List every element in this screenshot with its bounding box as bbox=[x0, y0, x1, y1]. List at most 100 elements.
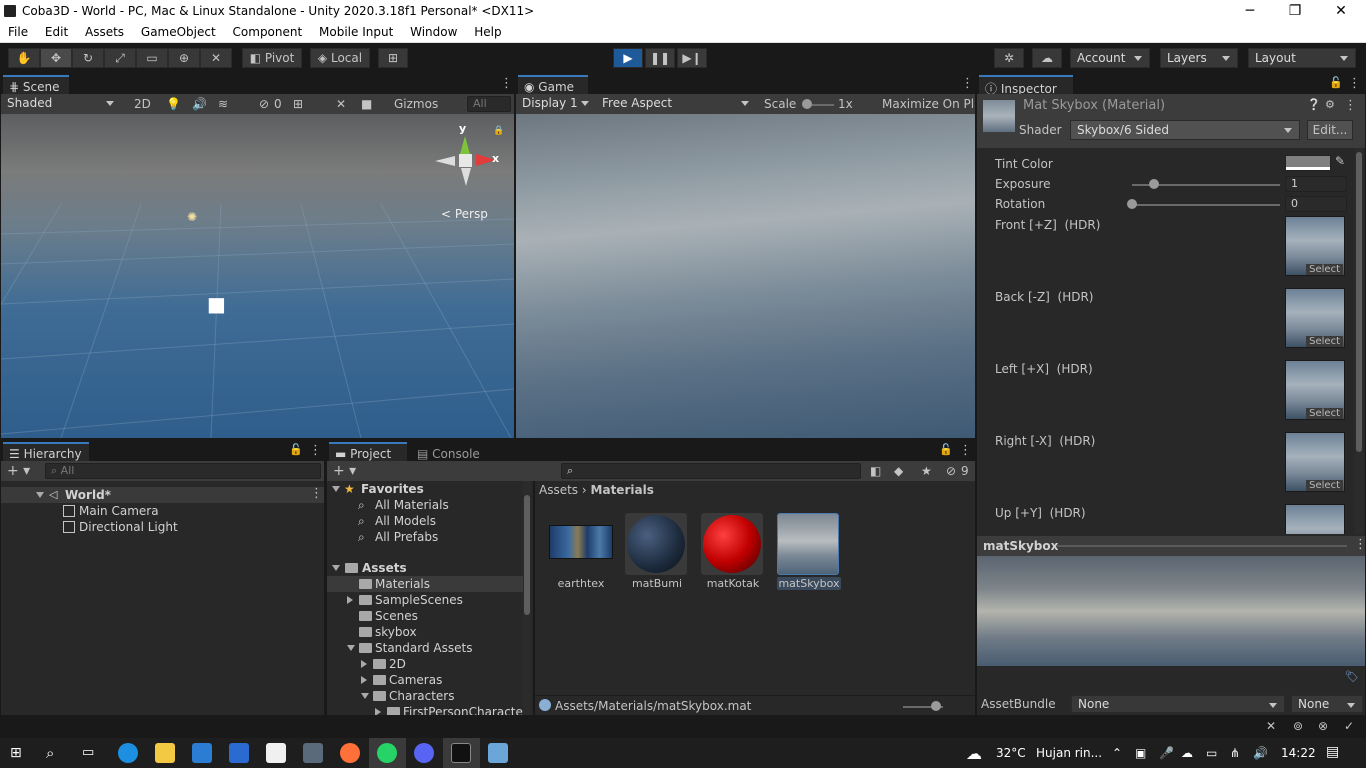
folder-row[interactable]: Scenes bbox=[327, 608, 527, 624]
hierarchy-menu-icon[interactable] bbox=[309, 443, 322, 458]
grid-icon[interactable]: ⊞ bbox=[293, 97, 303, 111]
favorite-item[interactable]: ⌕ All Models bbox=[327, 513, 527, 529]
volume-icon[interactable]: 🔊 bbox=[1253, 746, 1268, 760]
hidden-objects-icon[interactable]: ⊘ bbox=[259, 97, 269, 111]
breadcrumb-current[interactable]: Materials bbox=[591, 483, 654, 497]
collab-icon[interactable]: ✲ bbox=[994, 48, 1024, 68]
scene-search-input[interactable]: All bbox=[467, 96, 511, 112]
favorites-row[interactable]: ★ Favorites bbox=[327, 481, 527, 497]
exposure-slider-knob[interactable] bbox=[1149, 179, 1160, 189]
folder-row-materials[interactable]: Materials bbox=[327, 576, 527, 592]
rotate-tool-icon[interactable]: ↻ bbox=[72, 48, 104, 68]
custom-tool-icon[interactable]: ✕ bbox=[200, 48, 232, 68]
assetbundle-dropdown[interactable]: None bbox=[1071, 695, 1285, 713]
file-explorer-icon[interactable] bbox=[155, 743, 175, 763]
shader-edit-button[interactable]: Edit... bbox=[1307, 120, 1353, 140]
eyedropper-icon[interactable]: ✎ bbox=[1335, 154, 1345, 168]
audio-icon[interactable]: 🔊 bbox=[192, 97, 207, 111]
hand-tool-icon[interactable]: ✋ bbox=[8, 48, 40, 68]
scene-row-menu-icon[interactable] bbox=[310, 486, 323, 502]
play-button[interactable]: ▶ bbox=[613, 48, 643, 68]
move-tool-icon[interactable]: ✥ bbox=[40, 48, 72, 68]
lock-icon[interactable]: 🔓 bbox=[1329, 76, 1343, 89]
menu-file[interactable]: File bbox=[8, 23, 28, 39]
back-texture-slot[interactable]: Select bbox=[1285, 288, 1345, 348]
rotation-field[interactable]: 0 bbox=[1285, 196, 1347, 212]
cache-icon[interactable]: ⊚ bbox=[1293, 719, 1303, 733]
project-add-button[interactable]: + ▾ bbox=[333, 463, 356, 479]
tab-project[interactable]: ▬ Project bbox=[329, 442, 407, 461]
weather-cloud-icon[interactable]: ☁ bbox=[966, 744, 982, 763]
search-by-label-icon[interactable]: ◆ bbox=[894, 464, 903, 478]
folder-row[interactable]: Characters bbox=[327, 688, 527, 704]
exposure-field[interactable]: 1 bbox=[1285, 176, 1347, 192]
layout-dropdown[interactable]: Layout bbox=[1248, 48, 1356, 68]
tray-chevron-icon[interactable]: ⌃ bbox=[1112, 746, 1122, 760]
folder-row[interactable]: Standard Assets bbox=[327, 640, 527, 656]
cloud-icon[interactable]: ☁ bbox=[1032, 48, 1062, 68]
unity-hub-icon[interactable] bbox=[488, 743, 508, 763]
expand-icon[interactable] bbox=[361, 693, 369, 699]
folder-tree-scroll-thumb[interactable] bbox=[524, 495, 530, 615]
whatsapp-icon[interactable] bbox=[377, 743, 397, 763]
weather-temp[interactable]: 32°C bbox=[996, 746, 1026, 760]
meet-now-icon[interactable]: ▣ bbox=[1135, 746, 1146, 760]
search-by-type-icon[interactable]: ◧ bbox=[870, 464, 881, 478]
left-select-button[interactable]: Select bbox=[1306, 408, 1343, 419]
expand-icon[interactable] bbox=[347, 645, 355, 651]
step-button[interactable]: ▶❙ bbox=[677, 48, 707, 68]
account-dropdown[interactable]: Account bbox=[1070, 48, 1150, 68]
orientation-gizmo[interactable]: y x 🔒 bbox=[431, 122, 504, 202]
presets-icon[interactable]: ⚙ bbox=[1325, 98, 1335, 111]
tab-console[interactable]: ▤ Console bbox=[411, 442, 489, 461]
windows-start-icon[interactable]: ⊞ bbox=[10, 745, 22, 761]
scale-slider-knob[interactable] bbox=[802, 99, 812, 109]
check-icon[interactable]: ✓ bbox=[1344, 719, 1354, 733]
breadcrumb-root[interactable]: Assets bbox=[539, 483, 578, 497]
menu-window[interactable]: Window bbox=[410, 23, 457, 39]
onedrive-icon[interactable]: ☁ bbox=[1181, 746, 1193, 760]
battery-icon[interactable]: ▭ bbox=[1206, 746, 1217, 760]
skybox-preview[interactable] bbox=[977, 556, 1365, 666]
edge-icon[interactable] bbox=[118, 743, 138, 763]
microphone-icon[interactable]: 🎤 bbox=[1159, 746, 1174, 760]
layers-dropdown[interactable]: Layers bbox=[1160, 48, 1238, 68]
notifications-icon[interactable]: ▤ bbox=[1326, 744, 1339, 760]
asset-tile-matkotak[interactable]: matKotak bbox=[699, 513, 767, 593]
search-icon[interactable]: ⌕ bbox=[46, 744, 54, 762]
minimize-button[interactable]: ─ bbox=[1227, 0, 1273, 23]
back-select-button[interactable]: Select bbox=[1306, 336, 1343, 347]
icon-size-slider-knob[interactable] bbox=[931, 701, 941, 711]
favorite-item[interactable]: ⌕ All Prefabs bbox=[327, 529, 527, 545]
close-button[interactable]: ✕ bbox=[1318, 0, 1364, 23]
scene-menu-icon[interactable] bbox=[500, 76, 513, 91]
camera-settings-icon[interactable]: ■ bbox=[361, 97, 372, 111]
gizmo-lock-icon[interactable]: 🔒 bbox=[493, 126, 504, 136]
expand-icon[interactable] bbox=[375, 708, 381, 715]
mail-icon[interactable] bbox=[192, 743, 212, 763]
menu-mobile-input[interactable]: Mobile Input bbox=[319, 23, 393, 39]
network-icon[interactable]: ⋔ bbox=[1230, 746, 1240, 760]
snap-icon[interactable]: ⊞ bbox=[378, 48, 408, 68]
asset-tile-earthtex[interactable]: earthtex bbox=[547, 513, 615, 593]
assets-expand-icon[interactable] bbox=[332, 565, 340, 571]
up-texture-slot[interactable] bbox=[1285, 504, 1345, 534]
rotation-slider-knob[interactable] bbox=[1127, 199, 1137, 209]
menu-edit[interactable]: Edit bbox=[45, 23, 68, 39]
favorites-expand-icon[interactable] bbox=[332, 486, 340, 492]
transform-tool-icon[interactable]: ⊕ bbox=[168, 48, 200, 68]
camera-app-icon[interactable] bbox=[303, 743, 323, 763]
inspector-menu-icon[interactable] bbox=[1348, 76, 1361, 91]
tab-scene[interactable]: ⋕ Scene bbox=[3, 75, 69, 94]
folder-row[interactable]: FirstPersonCharacter bbox=[327, 704, 527, 715]
menu-help[interactable]: Help bbox=[474, 23, 501, 39]
preview-drag-handle[interactable] bbox=[1057, 545, 1347, 547]
clock[interactable]: 14:22 bbox=[1281, 746, 1316, 760]
label-tag-icon[interactable]: 🏷 bbox=[1345, 670, 1359, 683]
expand-icon[interactable] bbox=[347, 596, 353, 604]
discord-icon[interactable] bbox=[414, 743, 434, 763]
tab-hierarchy[interactable]: ☰ Hierarchy bbox=[3, 442, 89, 461]
tab-game[interactable]: ◉ Game bbox=[518, 75, 588, 94]
folder-row[interactable]: SampleScenes bbox=[327, 592, 527, 608]
favorite-star-icon[interactable]: ★ bbox=[921, 464, 932, 478]
